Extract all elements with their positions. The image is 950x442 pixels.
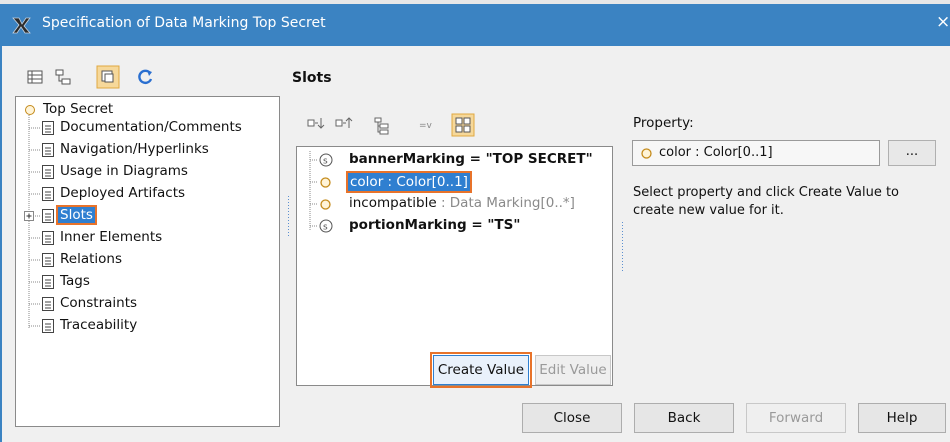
document-icon: [42, 121, 54, 135]
property-icon: [320, 199, 331, 210]
slot-item-incompatible[interactable]: incompatible : Data Marking[0..*]: [297, 194, 607, 214]
compact-view-icon[interactable]: [96, 65, 120, 89]
tree-item-slots[interactable]: Slots: [16, 205, 276, 226]
splitter-handle[interactable]: [621, 222, 624, 272]
create-value-button[interactable]: Create Value: [430, 352, 532, 388]
help-button[interactable]: Help: [858, 403, 946, 433]
document-icon: [42, 319, 54, 333]
tree-view-icon[interactable]: [52, 66, 74, 88]
tree-item-label: Relations: [60, 251, 122, 267]
tree-item-label: Documentation/Comments: [60, 119, 242, 135]
document-icon: [42, 165, 54, 179]
tree-item-label: Navigation/Hyperlinks: [60, 141, 209, 157]
property-hint: Select property and click Create Value t…: [633, 185, 899, 218]
tree-structure-icon[interactable]: [371, 114, 393, 136]
tree-item-label: Traceability: [60, 317, 138, 333]
document-icon: [42, 143, 54, 157]
tree-item-label: Inner Elements: [60, 229, 163, 245]
svg-text:=v: =v: [419, 121, 433, 131]
tree-item-traceability[interactable]: Traceability: [16, 316, 276, 336]
slot-type: : Color[0..1]: [383, 174, 468, 190]
tree-item-label: Tags: [60, 273, 90, 289]
window-border: [0, 46, 2, 442]
refresh-icon[interactable]: [134, 66, 156, 88]
tree-item-label: Deployed Artifacts: [60, 185, 186, 201]
slot-type: : Data Marking[0..*]: [436, 195, 575, 211]
app-logo-icon: [12, 17, 31, 34]
slot-item-banner-marking[interactable]: s bannerMarking = "TOP SECRET": [297, 150, 607, 170]
property-icon: [320, 177, 331, 188]
filter-icon[interactable]: =v: [417, 114, 439, 136]
svg-text:s: s: [323, 223, 328, 233]
tree-item-inner-elements[interactable]: Inner Elements: [16, 228, 276, 248]
slot-value-icon: s: [319, 219, 333, 233]
tree-item-constraints[interactable]: Constraints: [16, 294, 276, 314]
tree-item-label-selected: Slots: [56, 205, 97, 225]
dialog-body: Slots Top Secret Documentation/Comments …: [0, 46, 950, 442]
slot-item-portion-marking[interactable]: s portionMarking = "TS": [297, 216, 607, 236]
edit-value-button[interactable]: Edit Value: [535, 355, 611, 385]
document-icon: [42, 187, 54, 201]
slot-name: portionMarking: [349, 217, 467, 233]
tree-item-label: Constraints: [60, 295, 138, 311]
property-label: Property:: [633, 115, 694, 131]
tree-item-deployed-artifacts[interactable]: Deployed Artifacts: [16, 184, 276, 204]
expand-plus-icon[interactable]: [24, 211, 34, 221]
expand-all-icon[interactable]: [305, 114, 327, 136]
slot-value: = "TS": [466, 217, 521, 233]
slots-section-title: Slots: [292, 70, 332, 86]
document-icon: [42, 231, 54, 245]
list-view-icon[interactable]: [24, 66, 46, 88]
document-icon: [42, 253, 54, 267]
title-bar: Specification of Data Marking Top Secret…: [0, 4, 950, 46]
slot-value-icon: s: [319, 153, 333, 167]
slot-name: incompatible: [349, 195, 437, 211]
slot-value: = "TOP SECRET": [464, 151, 593, 167]
slots-list[interactable]: s bannerMarking = "TOP SECRET" color : C…: [296, 146, 613, 386]
document-icon: [42, 275, 54, 289]
browse-property-button[interactable]: ...: [888, 140, 936, 166]
grid-view-icon[interactable]: [451, 113, 475, 137]
tree-item-tags[interactable]: Tags: [16, 272, 276, 292]
svg-text:s: s: [323, 157, 328, 167]
back-button[interactable]: Back: [634, 403, 734, 433]
forward-button[interactable]: Forward: [746, 403, 846, 433]
tree-item-navigation[interactable]: Navigation/Hyperlinks: [16, 140, 276, 160]
document-icon: [42, 209, 54, 223]
tree-item-label: Usage in Diagrams: [60, 163, 188, 179]
document-icon: [42, 297, 54, 311]
tree-item-documentation[interactable]: Documentation/Comments: [16, 118, 276, 138]
window-title: Specification of Data Marking Top Secret: [42, 15, 326, 31]
property-icon: [641, 148, 652, 159]
property-field[interactable]: color : Color[0..1]: [632, 140, 880, 166]
close-button[interactable]: Close: [522, 403, 622, 433]
tree-item-relations[interactable]: Relations: [16, 250, 276, 270]
tree-item-usage[interactable]: Usage in Diagrams: [16, 162, 276, 182]
slot-item-color[interactable]: color : Color[0..1]: [297, 171, 607, 193]
property-value: color : Color[0..1]: [659, 145, 773, 160]
close-icon[interactable]: ×: [936, 12, 950, 32]
slot-name: bannerMarking: [349, 151, 465, 167]
slot-name: color: [350, 174, 384, 190]
specification-tree[interactable]: Top Secret Documentation/Comments Naviga…: [15, 96, 280, 427]
collapse-all-icon[interactable]: [333, 114, 355, 136]
splitter-handle[interactable]: [287, 196, 290, 236]
